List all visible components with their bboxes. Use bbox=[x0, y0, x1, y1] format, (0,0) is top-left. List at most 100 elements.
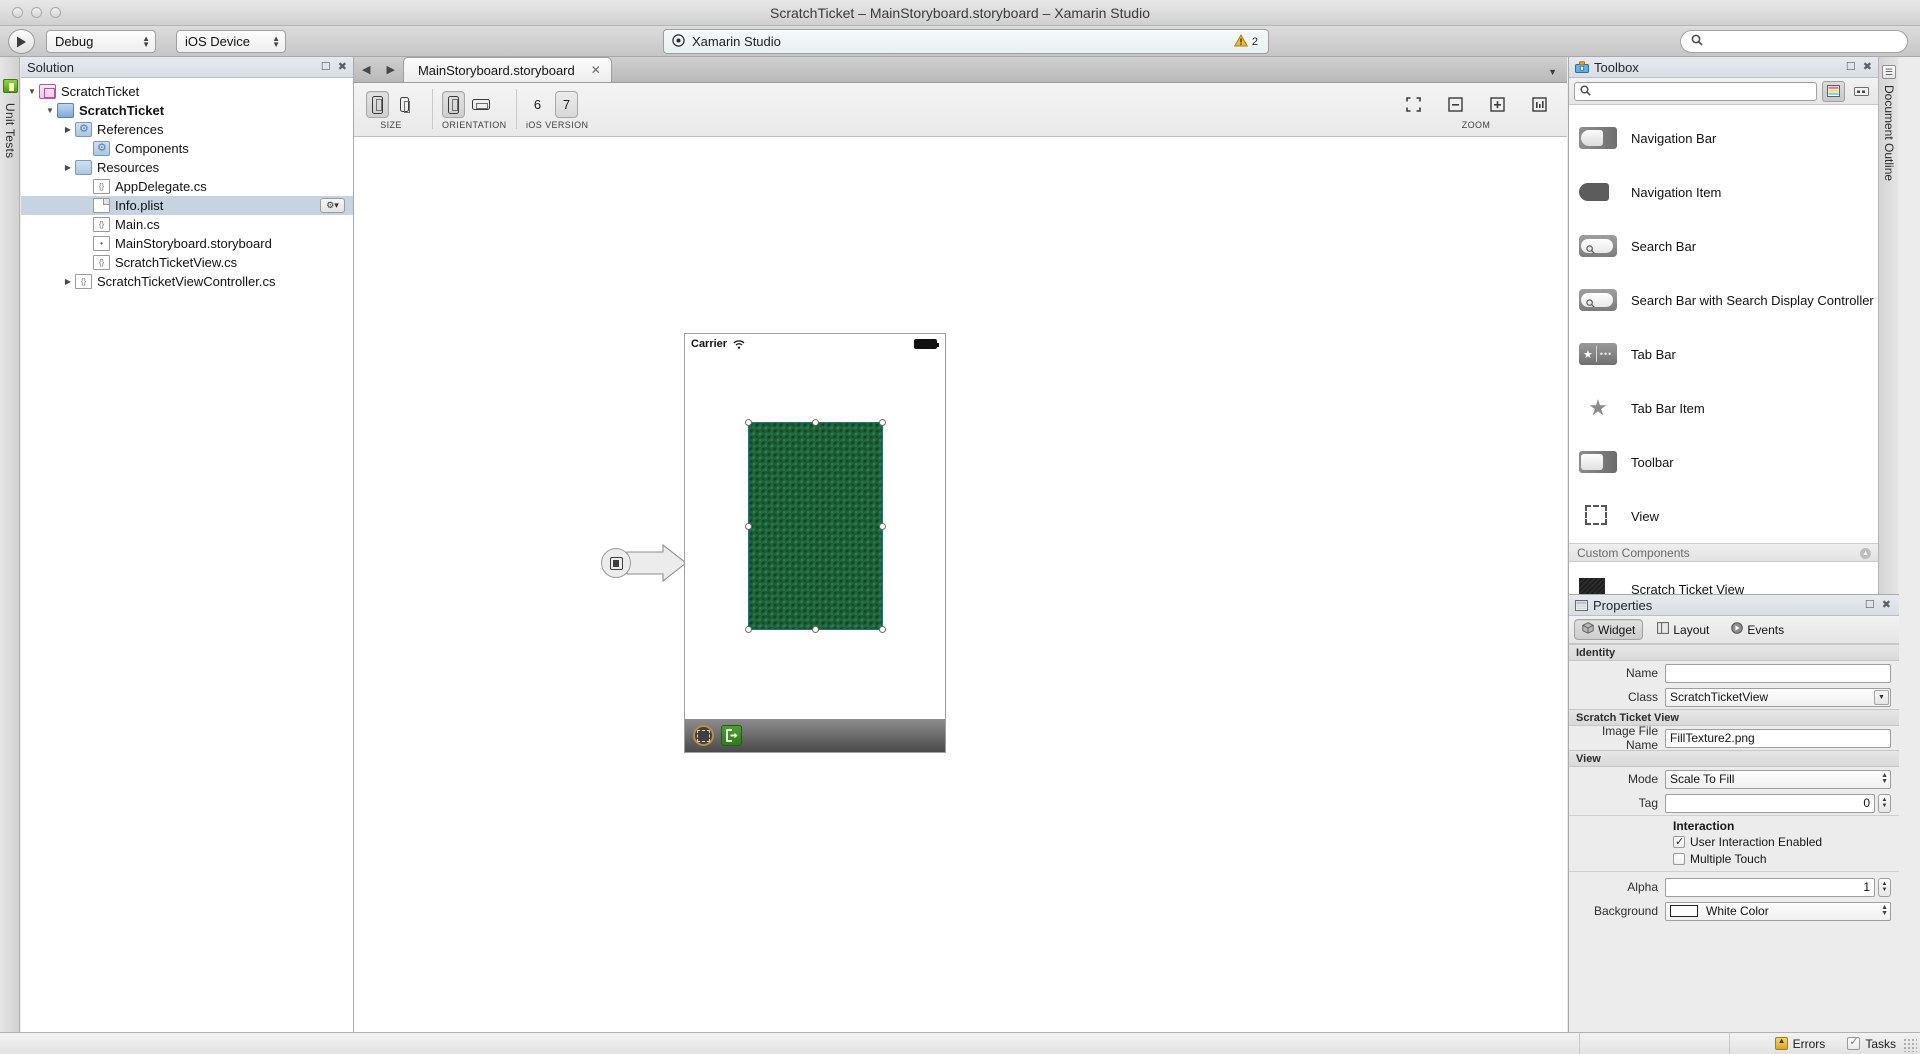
run-button[interactable] bbox=[8, 29, 35, 54]
tab-events[interactable]: Events bbox=[1723, 619, 1792, 640]
status-tasks-button[interactable]: Tasks bbox=[1847, 1037, 1896, 1051]
tree-row[interactable]: ScratchTicket bbox=[21, 82, 353, 101]
tree-row[interactable]: {}AppDelegate.cs bbox=[21, 177, 353, 196]
toolbox-item-view[interactable]: View bbox=[1569, 489, 1878, 543]
disclosure-triangle-icon[interactable] bbox=[25, 87, 39, 96]
minimize-icon[interactable]: ☐ bbox=[321, 62, 331, 73]
disclosure-triangle-icon[interactable] bbox=[61, 163, 75, 172]
tree-row[interactable]: {}ScratchTicketViewController.cs bbox=[21, 272, 353, 291]
zoom-in-icon[interactable] bbox=[1487, 95, 1507, 115]
toolbox-item-navigation-item[interactable]: Navigation Item bbox=[1569, 165, 1878, 219]
toolbox-item-tab-bar[interactable]: ★••• Tab Bar bbox=[1569, 327, 1878, 381]
mode-select[interactable]: Scale To Fill ▲▼ bbox=[1665, 770, 1891, 789]
compact-view-icon[interactable] bbox=[1850, 81, 1873, 102]
tree-row[interactable]: ScratchTicket bbox=[21, 101, 353, 120]
chevron-right-icon[interactable]: ▶ bbox=[386, 63, 394, 76]
minimize-icon[interactable]: ☐ bbox=[1846, 62, 1856, 73]
size-35inch-button[interactable] bbox=[393, 91, 416, 118]
tree-row[interactable]: {}Main.cs bbox=[21, 215, 353, 234]
close-icon[interactable]: ✖ bbox=[1882, 600, 1891, 611]
checkbox-multiple-touch[interactable]: Multiple Touch bbox=[1569, 850, 1899, 867]
tag-stepper[interactable]: ▲▼ bbox=[1878, 794, 1891, 813]
orientation-landscape-button[interactable] bbox=[469, 91, 492, 118]
tab-widget[interactable]: Widget bbox=[1574, 619, 1643, 640]
stepper-icon[interactable]: ▲▼ bbox=[1881, 773, 1888, 785]
disclosure-triangle-icon[interactable] bbox=[43, 106, 57, 115]
minimize-icon[interactable]: ☐ bbox=[1865, 600, 1875, 611]
configuration-selector[interactable]: Debug ▲▼ bbox=[46, 30, 156, 53]
list-view-icon[interactable] bbox=[1822, 81, 1845, 102]
resize-handle-sw[interactable] bbox=[745, 626, 752, 633]
disclosure-triangle-icon[interactable] bbox=[61, 277, 75, 286]
resize-handle-s[interactable] bbox=[812, 626, 819, 633]
name-field[interactable] bbox=[1665, 664, 1891, 683]
actual-size-icon[interactable] bbox=[1529, 95, 1549, 115]
tree-row[interactable]: •MainStoryboard.storyboard bbox=[21, 234, 353, 253]
ios-version-6-button[interactable]: 6 bbox=[526, 91, 549, 118]
toolbox-item-tab-bar-item[interactable]: ★ Tab Bar Item bbox=[1569, 381, 1878, 435]
unit-tests-rail-label[interactable]: Unit Tests bbox=[3, 103, 17, 158]
close-icon[interactable]: ✖ bbox=[338, 62, 347, 73]
scratch-ticket-view[interactable] bbox=[749, 423, 882, 629]
warning-indicator[interactable]: 2 bbox=[1234, 34, 1258, 50]
row-options-gear-icon[interactable]: ⚙▾ bbox=[320, 198, 345, 213]
tree-row[interactable]: Components bbox=[21, 139, 353, 158]
toolbox-item-search-bar-with-display-controller[interactable]: Search Bar with Search Display Controlle… bbox=[1569, 273, 1878, 327]
view-controller-scene[interactable]: Carrier bbox=[684, 333, 946, 753]
checkbox-icon[interactable] bbox=[1673, 836, 1685, 848]
global-search-box[interactable] bbox=[1680, 30, 1908, 53]
toolbox-section-custom-components[interactable]: Custom Components ▲ bbox=[1569, 543, 1878, 562]
checkbox-user-interaction-enabled[interactable]: User Interaction Enabled bbox=[1569, 833, 1899, 850]
toolbox-item-search-bar[interactable]: Search Bar bbox=[1569, 219, 1878, 273]
tree-row[interactable]: {}ScratchTicketView.cs bbox=[21, 253, 353, 272]
resize-grip-icon[interactable] bbox=[1903, 1038, 1917, 1052]
image-file-name-field[interactable]: FillTexture2.png bbox=[1665, 729, 1891, 748]
resize-handle-ne[interactable] bbox=[879, 419, 886, 426]
size-4inch-button[interactable] bbox=[366, 91, 389, 118]
tree-row[interactable]: Info.plist⚙▾ bbox=[21, 196, 353, 215]
chevron-down-icon[interactable]: ▼ bbox=[1548, 67, 1557, 77]
chevron-down-icon[interactable]: ▼ bbox=[1874, 690, 1889, 705]
toolbox-search-input[interactable] bbox=[1595, 84, 1811, 98]
search-input[interactable] bbox=[1709, 34, 1897, 50]
resize-handle-nw[interactable] bbox=[745, 419, 752, 426]
ios-version-7-button[interactable]: 7 bbox=[555, 91, 578, 118]
alpha-field[interactable]: 1 bbox=[1665, 878, 1875, 897]
resize-handle-n[interactable] bbox=[812, 419, 819, 426]
toolbox-search-box[interactable] bbox=[1574, 82, 1817, 101]
tab-mainstoryboard[interactable]: MainStoryboard.storyboard ✕ bbox=[403, 57, 612, 82]
tag-field[interactable]: 0 bbox=[1665, 794, 1875, 813]
alpha-stepper[interactable]: ▲▼ bbox=[1878, 878, 1891, 897]
chevron-left-icon[interactable]: ◀ bbox=[362, 63, 370, 76]
toolbox-item-list[interactable]: Navigation Bar Navigation Item Search Ba… bbox=[1569, 111, 1878, 594]
disclosure-triangle-icon[interactable] bbox=[61, 125, 75, 134]
view-controller-badge-icon[interactable] bbox=[693, 725, 714, 746]
storyboard-canvas[interactable]: Carrier bbox=[354, 138, 1567, 1032]
close-icon[interactable]: ✕ bbox=[591, 63, 601, 77]
tree-row[interactable]: References bbox=[21, 120, 353, 139]
resize-handle-w[interactable] bbox=[745, 523, 752, 530]
entry-point-arrow-icon[interactable] bbox=[601, 543, 687, 583]
status-panel[interactable]: Xamarin Studio 2 bbox=[663, 29, 1269, 54]
stepper-icon[interactable]: ▲▼ bbox=[1881, 905, 1888, 917]
document-outline-rail-label[interactable]: Document Outline bbox=[1882, 85, 1896, 181]
status-errors-button[interactable]: Errors bbox=[1775, 1037, 1826, 1051]
checkbox-label: Multiple Touch bbox=[1690, 852, 1767, 866]
tab-layout[interactable]: Layout bbox=[1649, 619, 1717, 640]
tree-row[interactable]: Resources bbox=[21, 158, 353, 177]
toolbox-item-toolbar[interactable]: Toolbar bbox=[1569, 435, 1878, 489]
collapse-up-icon[interactable]: ▲ bbox=[1860, 548, 1871, 559]
toolbox-item-navigation-bar[interactable]: Navigation Bar bbox=[1569, 111, 1878, 165]
close-icon[interactable]: ✖ bbox=[1863, 62, 1872, 73]
zoom-out-icon[interactable] bbox=[1445, 95, 1465, 115]
fit-to-window-icon[interactable] bbox=[1403, 95, 1423, 115]
exit-segue-badge-icon[interactable] bbox=[721, 725, 742, 746]
toolbox-item-scratch-ticket-view[interactable]: Scratch Ticket View bbox=[1569, 562, 1878, 594]
checkbox-icon[interactable] bbox=[1673, 853, 1685, 865]
device-selector[interactable]: iOS Device ▲▼ bbox=[176, 30, 286, 53]
resize-handle-se[interactable] bbox=[879, 626, 886, 633]
orientation-portrait-button[interactable] bbox=[442, 91, 465, 118]
background-select[interactable]: White Color ▲▼ bbox=[1665, 902, 1891, 921]
class-field[interactable]: ScratchTicketView ▼ bbox=[1665, 688, 1891, 707]
resize-handle-e[interactable] bbox=[879, 523, 886, 530]
